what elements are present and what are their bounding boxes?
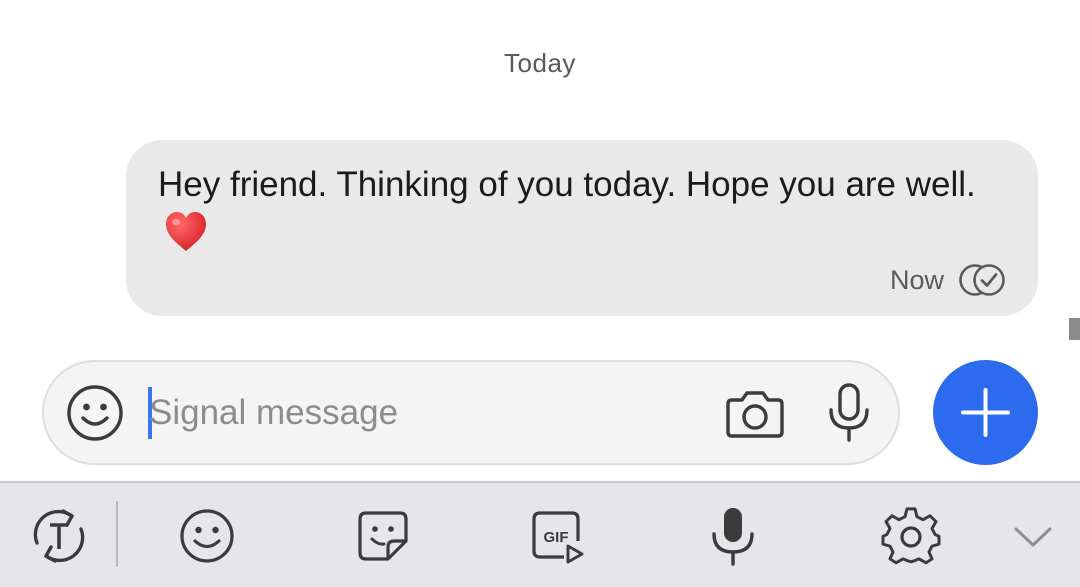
message-bubble[interactable]: Hey friend. Thinking of you today. Hope … bbox=[126, 140, 1038, 316]
voice-input-icon[interactable] bbox=[702, 505, 764, 567]
settings-icon[interactable] bbox=[880, 505, 942, 567]
scrollbar-thumb[interactable] bbox=[1069, 318, 1080, 340]
translate-icon[interactable] bbox=[28, 505, 90, 567]
message-timestamp: Now bbox=[889, 264, 944, 295]
date-divider: Today bbox=[504, 48, 576, 78]
emoji-icon[interactable] bbox=[176, 505, 238, 567]
smiley-icon[interactable] bbox=[66, 384, 124, 442]
message-text-container: Hey friend. Thinking of you today. Hope … bbox=[158, 160, 1006, 258]
keyboard-toolbar: GIF bbox=[0, 481, 1080, 587]
delivered-double-check-icon bbox=[958, 262, 1008, 298]
toolbar-divider bbox=[116, 501, 118, 567]
camera-icon[interactable] bbox=[724, 384, 786, 442]
attach-button[interactable] bbox=[933, 360, 1038, 465]
message-text: Hey friend. Thinking of you today. Hope … bbox=[158, 165, 976, 204]
microphone-icon[interactable] bbox=[824, 382, 874, 444]
sticker-icon[interactable] bbox=[352, 505, 414, 567]
message-composer bbox=[42, 360, 900, 465]
message-input[interactable] bbox=[149, 382, 709, 444]
red-heart-emoji-icon bbox=[164, 211, 208, 253]
gif-icon[interactable]: GIF bbox=[528, 505, 590, 567]
message-meta: Now bbox=[890, 262, 1008, 298]
gif-label: GIF bbox=[544, 529, 569, 546]
collapse-chevron-icon[interactable] bbox=[1002, 505, 1064, 567]
